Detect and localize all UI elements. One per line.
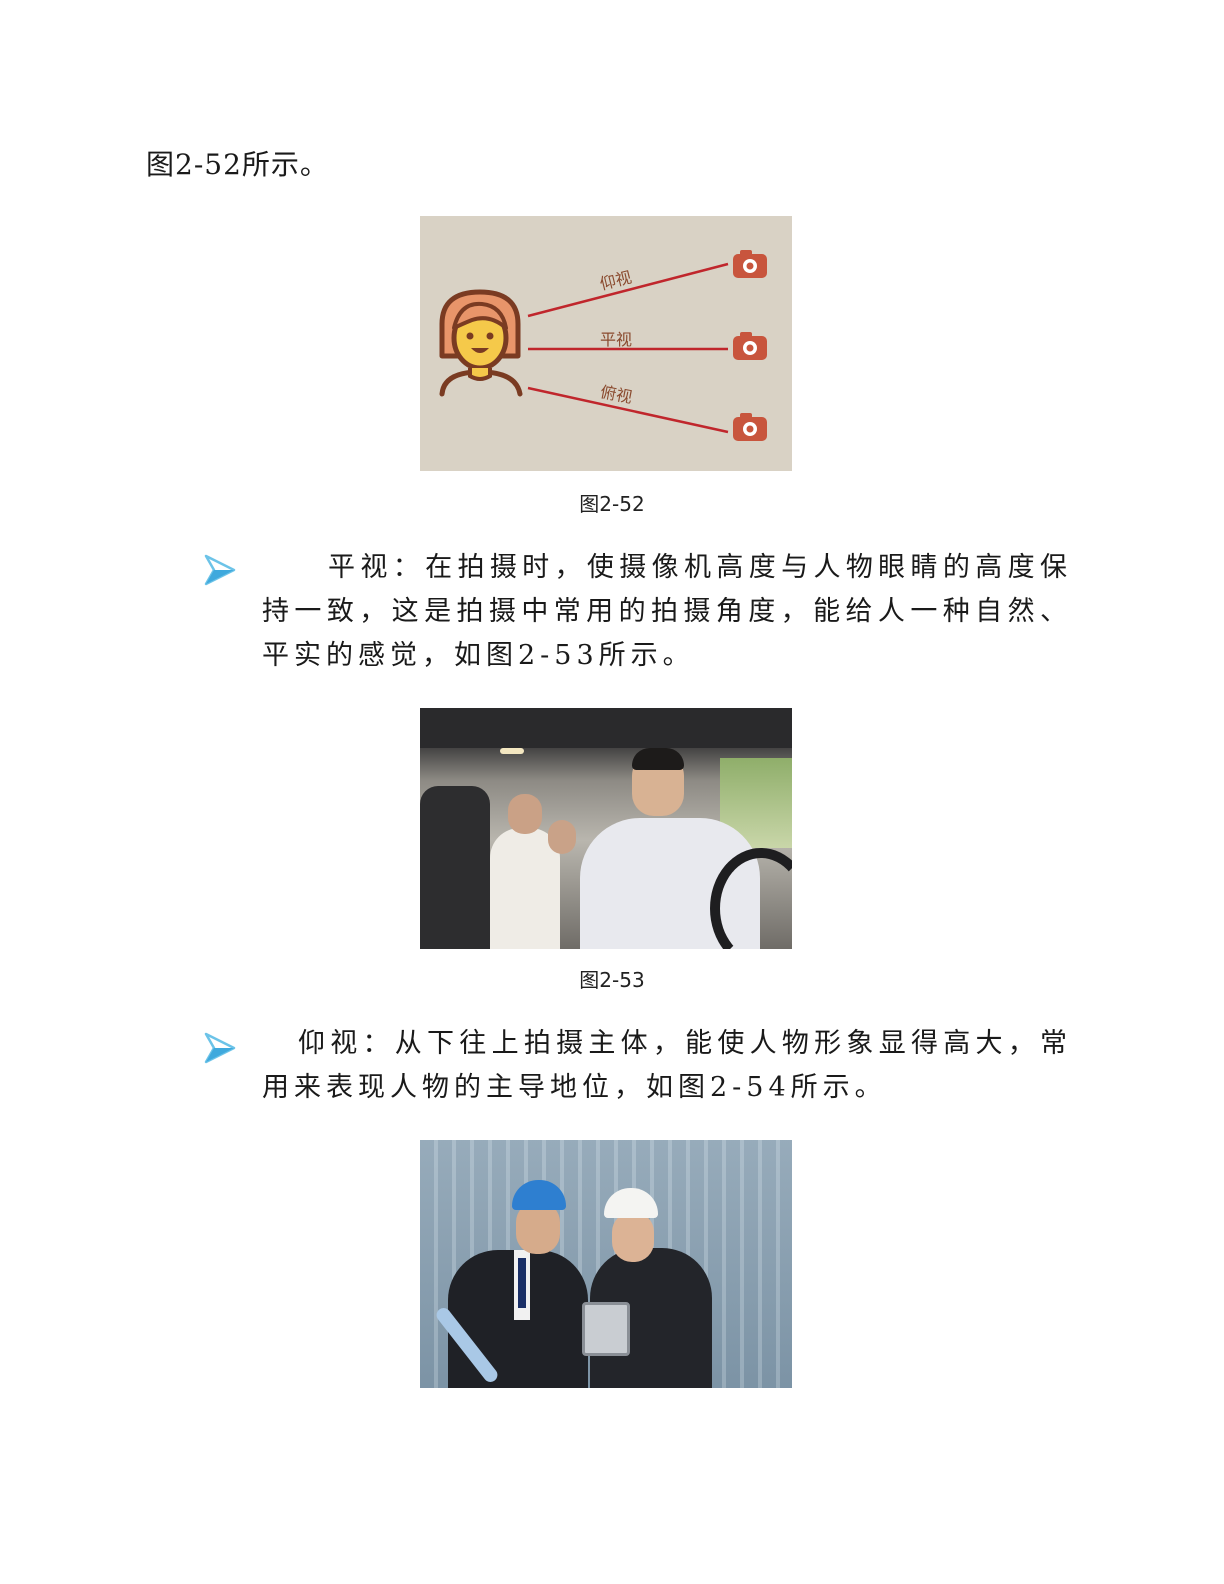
engineer-left-tie	[518, 1258, 526, 1308]
continuation-text: 图2-52所示。	[146, 148, 329, 181]
paragraph-low-angle-shot: 仰视：从下往上拍摄主体，能使人物形象显得高大，常用来表现人物的主导地位，如图2-…	[262, 1028, 1072, 1103]
car-seat	[420, 786, 490, 949]
child-face	[548, 820, 576, 854]
person-icon	[439, 289, 523, 397]
figure-caption-2-52: 图2-52	[579, 492, 645, 516]
camera-icon	[733, 413, 767, 441]
figure-2-54-photo	[420, 1140, 792, 1388]
figure-caption-2-53: 图2-53	[579, 968, 645, 992]
engineer-right-face	[612, 1212, 654, 1262]
figure-2-52: 仰视 平视 俯视	[420, 216, 792, 471]
label-level: 平视	[600, 330, 632, 349]
car-light	[500, 748, 524, 754]
driver-hair	[632, 748, 684, 770]
camera-icon	[733, 250, 767, 278]
figure-2-53-photo	[420, 708, 792, 949]
tablet	[582, 1302, 630, 1356]
car-roof	[420, 708, 792, 748]
paragraph-level-shot: 平视：在拍摄时，使摄像机高度与人物眼睛的高度保持一致，这是拍摄中常用的拍摄角度，…	[262, 552, 1072, 671]
angle-diagram: 仰视 平视 俯视	[420, 216, 792, 471]
arrow-bullet-icon	[204, 1032, 236, 1064]
passenger-face	[508, 794, 542, 834]
camera-icon	[733, 332, 767, 360]
arrow-bullet-icon	[204, 554, 236, 586]
